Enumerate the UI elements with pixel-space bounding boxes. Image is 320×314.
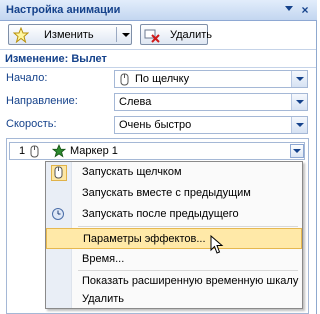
change-button-label: Изменить [44,28,94,41]
direction-combo[interactable]: Слева [114,93,308,111]
change-effect-button[interactable]: Изменить [8,24,132,45]
mouse-icon [51,165,67,181]
menu-item-remove[interactable]: Удалить [46,289,302,310]
delete-button-label: Удалить [170,28,212,41]
speed-label: Скорость: [6,118,57,130]
mouse-icon [29,145,41,158]
menu-item-after-previous[interactable]: Запускать после предыдущего [46,204,302,225]
delete-effect-button[interactable]: Удалить [140,24,212,45]
start-value: По щелчку [135,73,190,85]
pane-titlebar: Настройка анимации × [0,0,317,21]
menu-item-label: Запускать вместе с предыдущим [82,187,251,199]
chevron-down-icon[interactable] [290,144,304,158]
effect-star-icon [51,143,67,158]
section-title: Изменение: Вылет [5,53,107,65]
chevron-down-icon[interactable] [291,117,307,133]
item-number: 1 [19,145,26,157]
menu-item-timing[interactable]: Время... [46,249,302,270]
start-combo[interactable]: По щелчку [114,70,308,88]
button-separator [116,27,117,42]
star-icon [12,26,30,43]
mouse-pointer-icon [210,234,224,255]
direction-value: Слева [119,96,152,108]
menu-item-with-previous[interactable]: Запускать вместе с предыдущим [46,183,302,204]
clock-icon [51,207,67,223]
menu-item-label: Показать расширенную временную шкалу [82,275,299,287]
pane-title: Настройка анимации [6,4,121,16]
list-item[interactable]: 1 Маркер 1 [9,142,305,160]
menu-item-label: Параметры эффектов... [83,233,206,245]
menu-item-label: Запускать щелчком [82,166,182,178]
item-name: Маркер 1 [70,145,118,157]
start-label: Начало: [6,72,48,84]
delete-effect-icon [144,27,160,43]
menu-item-label: Запускать после предыдущего [82,208,239,220]
speed-value: Очень быстро [119,119,192,131]
menu-separator [78,226,298,227]
speed-combo[interactable]: Очень быстро [114,116,308,134]
direction-label: Направление: [6,95,78,107]
divider [0,49,316,50]
close-icon[interactable]: × [298,2,312,18]
custom-animation-pane: Настройка анимации × Изменить Удалить Из… [0,0,317,314]
chevron-down-icon[interactable] [291,71,307,87]
menu-item-label: Время... [82,253,125,265]
divider [0,67,316,68]
pane-menu-chevron-icon[interactable] [285,6,293,11]
menu-item-effect-options[interactable]: Параметры эффектов... [46,228,302,249]
chevron-down-icon[interactable] [291,94,307,110]
chevron-down-icon[interactable] [122,33,130,37]
context-menu: Запускать щелчком Запускать вместе с пре… [45,161,303,309]
menu-item-start-on-click[interactable]: Запускать щелчком [46,162,302,183]
menu-item-label: Удалить [82,293,124,305]
mouse-icon [118,73,131,86]
